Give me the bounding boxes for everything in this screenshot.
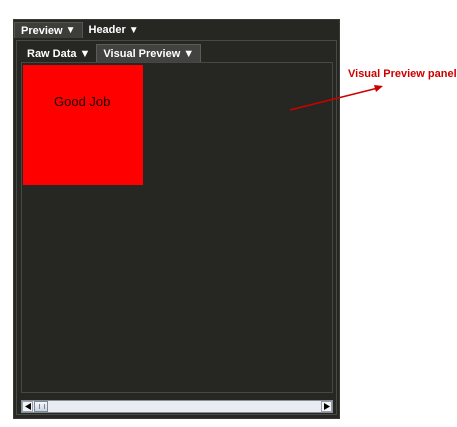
annotation-label: Visual Preview panel (348, 68, 457, 80)
annotation-arrow (289, 85, 383, 111)
